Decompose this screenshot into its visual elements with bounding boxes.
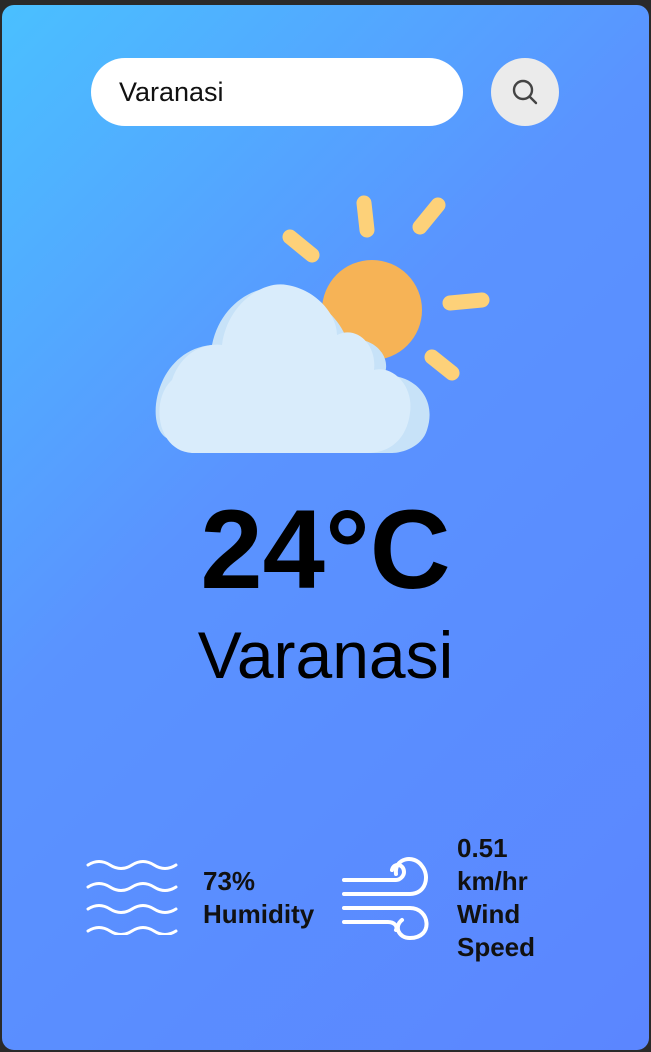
wind-value: 0.51 xyxy=(457,833,508,863)
search-icon xyxy=(512,79,538,105)
search-input[interactable] xyxy=(91,58,463,126)
wind-icon xyxy=(342,857,429,941)
humidity-value: 73% xyxy=(203,866,256,896)
humidity-label: Humidity xyxy=(203,899,315,929)
temperature: 24°C xyxy=(200,487,451,612)
search-button[interactable] xyxy=(491,58,559,126)
wind-label-line2: Speed xyxy=(457,932,536,962)
city-name: Varanasi xyxy=(197,618,454,692)
wind-unit: km/hr xyxy=(457,866,528,896)
wind-info: 0.51 km/hr Wind Speed xyxy=(457,832,567,964)
humidity-info: 73% Humidity xyxy=(203,865,314,931)
wind-label-line1: Wind xyxy=(457,899,521,929)
humidity-waves-icon xyxy=(86,860,178,935)
partly-cloudy-icon xyxy=(155,195,490,453)
weather-card: 24°C Varanasi 73% Humidity 0.51 km/hr Wi… xyxy=(2,5,649,1050)
